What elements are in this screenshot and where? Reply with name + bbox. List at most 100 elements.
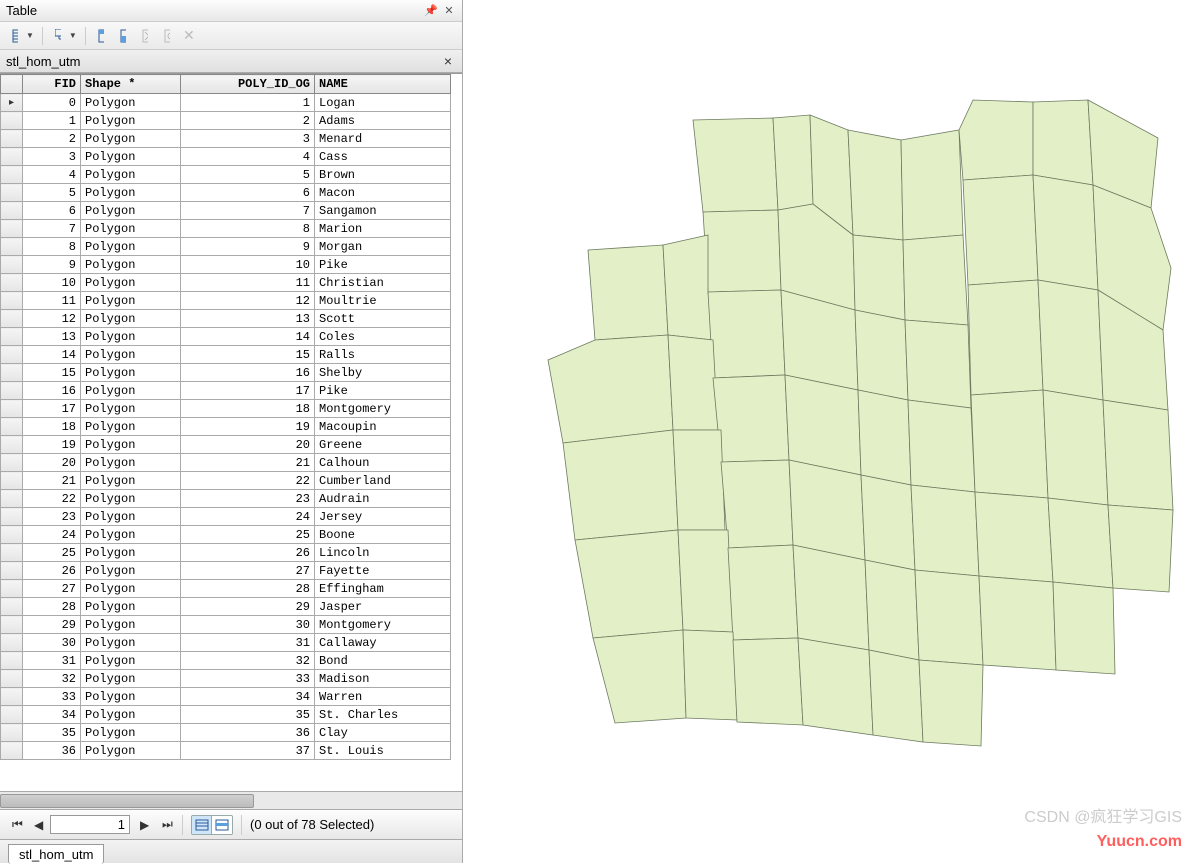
row-selector[interactable] bbox=[1, 472, 23, 490]
cell-fid[interactable]: 28 bbox=[23, 598, 81, 616]
row-selector[interactable] bbox=[1, 454, 23, 472]
cell-fid[interactable]: 12 bbox=[23, 310, 81, 328]
cell-fid[interactable]: 23 bbox=[23, 508, 81, 526]
view-toggle[interactable] bbox=[191, 815, 233, 835]
cell-name[interactable]: Lincoln bbox=[315, 544, 451, 562]
pin-icon[interactable]: 📌 bbox=[424, 4, 438, 18]
cell-fid[interactable]: 27 bbox=[23, 580, 81, 598]
cell-poly[interactable]: 17 bbox=[181, 382, 315, 400]
cell-shape[interactable]: Polygon bbox=[81, 256, 181, 274]
cell-poly[interactable]: 22 bbox=[181, 472, 315, 490]
cell-shape[interactable]: Polygon bbox=[81, 292, 181, 310]
row-selector[interactable] bbox=[1, 184, 23, 202]
cell-shape[interactable]: Polygon bbox=[81, 436, 181, 454]
cell-shape[interactable]: Polygon bbox=[81, 148, 181, 166]
cell-name[interactable]: Audrain bbox=[315, 490, 451, 508]
row-selector[interactable] bbox=[1, 742, 23, 760]
show-selected-records-icon[interactable] bbox=[212, 816, 232, 834]
cell-shape[interactable]: Polygon bbox=[81, 328, 181, 346]
cell-poly[interactable]: 27 bbox=[181, 562, 315, 580]
footer-tab[interactable]: stl_hom_utm bbox=[8, 844, 104, 864]
cell-shape[interactable]: Polygon bbox=[81, 580, 181, 598]
cell-shape[interactable]: Polygon bbox=[81, 220, 181, 238]
table-row[interactable]: 7Polygon8Marion bbox=[1, 220, 451, 238]
cell-name[interactable]: Jasper bbox=[315, 598, 451, 616]
cell-shape[interactable]: Polygon bbox=[81, 688, 181, 706]
row-selector[interactable] bbox=[1, 238, 23, 256]
cell-fid[interactable]: 22 bbox=[23, 490, 81, 508]
cell-shape[interactable]: Polygon bbox=[81, 562, 181, 580]
cell-fid[interactable]: 3 bbox=[23, 148, 81, 166]
cell-poly[interactable]: 2 bbox=[181, 112, 315, 130]
row-selector[interactable] bbox=[1, 364, 23, 382]
cell-shape[interactable]: Polygon bbox=[81, 382, 181, 400]
cell-poly[interactable]: 20 bbox=[181, 436, 315, 454]
table-row[interactable]: 2Polygon3Menard bbox=[1, 130, 451, 148]
cell-fid[interactable]: 21 bbox=[23, 472, 81, 490]
cell-shape[interactable]: Polygon bbox=[81, 670, 181, 688]
cell-fid[interactable]: 32 bbox=[23, 670, 81, 688]
row-selector[interactable] bbox=[1, 580, 23, 598]
cell-shape[interactable]: Polygon bbox=[81, 274, 181, 292]
cell-fid[interactable]: 17 bbox=[23, 400, 81, 418]
cell-poly[interactable]: 7 bbox=[181, 202, 315, 220]
table-row[interactable]: ▸0Polygon1Logan bbox=[1, 94, 451, 112]
dropdown-icon[interactable]: ▼ bbox=[69, 31, 77, 40]
row-selector[interactable] bbox=[1, 112, 23, 130]
cell-fid[interactable]: 31 bbox=[23, 652, 81, 670]
cell-poly[interactable]: 11 bbox=[181, 274, 315, 292]
table-row[interactable]: 12Polygon13Scott bbox=[1, 310, 451, 328]
cell-fid[interactable]: 18 bbox=[23, 418, 81, 436]
row-selector[interactable] bbox=[1, 490, 23, 508]
cell-name[interactable]: Adams bbox=[315, 112, 451, 130]
cell-fid[interactable]: 15 bbox=[23, 364, 81, 382]
row-selector[interactable] bbox=[1, 508, 23, 526]
cell-fid[interactable]: 24 bbox=[23, 526, 81, 544]
row-selector[interactable]: ▸ bbox=[1, 94, 23, 112]
cell-poly[interactable]: 4 bbox=[181, 148, 315, 166]
row-selector[interactable] bbox=[1, 670, 23, 688]
table-row[interactable]: 1Polygon2Adams bbox=[1, 112, 451, 130]
close-tab-icon[interactable]: × bbox=[440, 53, 456, 69]
zoom-selection-icon[interactable] bbox=[158, 27, 176, 45]
table-row[interactable]: 25Polygon26Lincoln bbox=[1, 544, 451, 562]
row-selector[interactable] bbox=[1, 688, 23, 706]
cell-poly[interactable]: 8 bbox=[181, 220, 315, 238]
cell-shape[interactable]: Polygon bbox=[81, 166, 181, 184]
cell-name[interactable]: Macon bbox=[315, 184, 451, 202]
table-row[interactable]: 17Polygon18Montgomery bbox=[1, 400, 451, 418]
cell-name[interactable]: Moultrie bbox=[315, 292, 451, 310]
cell-name[interactable]: Montgomery bbox=[315, 616, 451, 634]
row-selector[interactable] bbox=[1, 706, 23, 724]
cell-shape[interactable]: Polygon bbox=[81, 706, 181, 724]
cell-fid[interactable]: 35 bbox=[23, 724, 81, 742]
cell-shape[interactable]: Polygon bbox=[81, 112, 181, 130]
table-row[interactable]: 23Polygon24Jersey bbox=[1, 508, 451, 526]
cell-poly[interactable]: 15 bbox=[181, 346, 315, 364]
cell-poly[interactable]: 33 bbox=[181, 670, 315, 688]
cell-fid[interactable]: 36 bbox=[23, 742, 81, 760]
cell-fid[interactable]: 14 bbox=[23, 346, 81, 364]
cell-name[interactable]: Fayette bbox=[315, 562, 451, 580]
cell-poly[interactable]: 6 bbox=[181, 184, 315, 202]
cell-fid[interactable]: 0 bbox=[23, 94, 81, 112]
cell-name[interactable]: Sangamon bbox=[315, 202, 451, 220]
row-selector[interactable] bbox=[1, 526, 23, 544]
cell-name[interactable]: Pike bbox=[315, 256, 451, 274]
cell-name[interactable]: Logan bbox=[315, 94, 451, 112]
cell-fid[interactable]: 25 bbox=[23, 544, 81, 562]
cell-poly[interactable]: 1 bbox=[181, 94, 315, 112]
cell-shape[interactable]: Polygon bbox=[81, 652, 181, 670]
cell-name[interactable]: Morgan bbox=[315, 238, 451, 256]
select-by-attributes-icon[interactable] bbox=[92, 27, 110, 45]
cell-poly[interactable]: 18 bbox=[181, 400, 315, 418]
row-selector[interactable] bbox=[1, 634, 23, 652]
table-row[interactable]: 24Polygon25Boone bbox=[1, 526, 451, 544]
table-row[interactable]: 16Polygon17Pike bbox=[1, 382, 451, 400]
cell-name[interactable]: Menard bbox=[315, 130, 451, 148]
table-row[interactable]: 30Polygon31Callaway bbox=[1, 634, 451, 652]
cell-name[interactable]: St. Charles bbox=[315, 706, 451, 724]
dropdown-icon[interactable]: ▼ bbox=[26, 31, 34, 40]
cell-shape[interactable]: Polygon bbox=[81, 742, 181, 760]
cell-name[interactable]: Coles bbox=[315, 328, 451, 346]
